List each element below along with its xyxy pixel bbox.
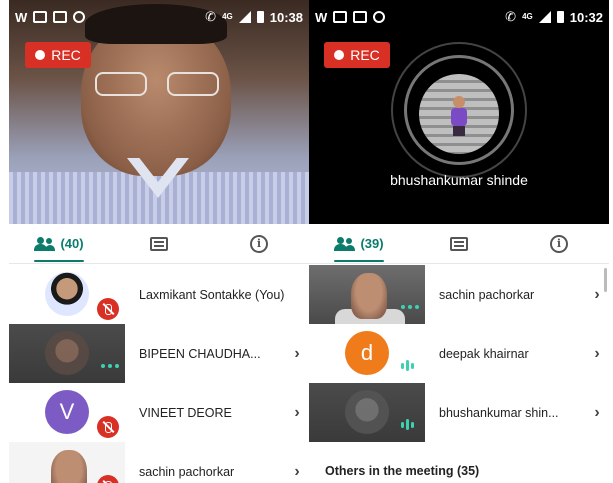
chevron-right-icon: › <box>294 344 300 362</box>
chat-bubble-icon <box>373 11 386 23</box>
status-bar: W ✆ 4G 10:32 <box>309 0 609 34</box>
mic-muted-icon <box>97 475 119 483</box>
participant-row[interactable]: sachin pachorkar › <box>309 265 609 324</box>
mic-muted-icon <box>97 298 119 320</box>
participant-row[interactable]: Laxmikant Sontakke (You) <box>9 265 309 324</box>
call-icon: ✆ <box>205 9 217 24</box>
image-icon <box>353 11 368 23</box>
participant-name: sachin pachorkar <box>139 464 235 479</box>
tab-chat[interactable] <box>409 224 509 264</box>
participant-thumbnail: d <box>309 324 425 383</box>
video-activity-icon <box>401 305 419 309</box>
meeting-tabs: (40) i <box>9 224 309 264</box>
participant-name: bhushankumar shin... <box>439 405 559 420</box>
recording-badge: REC <box>324 42 390 68</box>
network-type: 4G <box>222 12 233 21</box>
speaker-name: bhushankumar shinde <box>390 172 528 188</box>
chevron-right-icon: › <box>294 403 300 421</box>
record-dot-icon <box>35 50 46 60</box>
notification-icon: W <box>315 9 328 25</box>
people-count: (39) <box>360 236 384 251</box>
others-section-header: Others in the meeting (35) <box>325 464 480 478</box>
right-screenshot: W ✆ 4G 10:32 REC bhushankumar shinde (39… <box>309 0 609 483</box>
participant-row[interactable]: d deepak khairnar › <box>309 324 609 383</box>
participant-thumbnail <box>309 383 425 442</box>
call-icon: ✆ <box>505 9 517 24</box>
participant-name: sachin pachorkar <box>439 287 535 302</box>
tab-info[interactable]: i <box>209 224 309 264</box>
participant-name: BIPEEN CHAUDHA... <box>139 346 261 361</box>
clock: 10:32 <box>569 9 603 25</box>
avatar <box>51 450 87 483</box>
tab-people[interactable]: (40) <box>9 224 109 264</box>
notification-icon: W <box>15 9 28 25</box>
participant-list: sachin pachorkar › d deepak khairnar › b… <box>309 265 609 442</box>
avatar <box>45 272 89 316</box>
people-count: (40) <box>60 236 84 251</box>
mic-muted-icon <box>97 416 119 438</box>
battery-icon <box>256 11 264 23</box>
gallery-icon <box>333 11 348 23</box>
participant-thumbnail <box>309 265 425 324</box>
participant-name: VINEET DEORE <box>139 405 232 420</box>
participant-thumbnail <box>9 324 125 383</box>
people-icon <box>34 236 56 251</box>
clock: 10:38 <box>269 9 303 25</box>
tab-info[interactable]: i <box>509 224 609 264</box>
participant-thumbnail <box>9 442 125 483</box>
recording-label: REC <box>51 47 81 63</box>
record-dot-icon <box>334 50 345 60</box>
tab-chat[interactable] <box>109 224 209 264</box>
self-video: W ✆ 4G 10:38 REC <box>9 0 309 224</box>
chat-bubble-icon <box>73 11 86 23</box>
avatar-figure <box>449 96 469 136</box>
speaker-view: W ✆ 4G 10:32 REC bhushankumar shinde <box>309 0 609 224</box>
image-icon <box>53 11 68 23</box>
battery-icon <box>556 11 564 23</box>
people-icon <box>334 236 356 251</box>
avatar <box>45 331 89 375</box>
network-type: 4G <box>522 12 533 21</box>
chevron-right-icon: › <box>294 462 300 480</box>
participant-name: Laxmikant Sontakke (You) <box>139 287 285 302</box>
video-shirt <box>9 172 309 224</box>
speaker-avatar <box>419 74 499 154</box>
recording-badge: REC <box>25 42 91 68</box>
video-activity-icon <box>101 364 119 368</box>
participant-row[interactable]: V VINEET DEORE › <box>9 383 309 442</box>
signal-icon <box>238 11 251 23</box>
participant-thumbnail <box>9 265 125 324</box>
chevron-right-icon: › <box>594 344 600 362</box>
status-bar: W ✆ 4G 10:38 <box>9 0 309 34</box>
avatar: V <box>45 390 89 434</box>
avatar: d <box>345 331 389 375</box>
signal-icon <box>538 11 551 23</box>
video-glasses <box>95 72 219 98</box>
chat-icon <box>450 236 468 251</box>
avatar <box>345 390 389 434</box>
chat-icon <box>150 236 168 251</box>
info-icon: i <box>250 234 268 253</box>
recording-label: REC <box>350 47 380 63</box>
tab-people[interactable]: (39) <box>309 224 409 264</box>
participant-row[interactable]: bhushankumar shin... › <box>309 383 609 442</box>
participant-row[interactable]: sachin pachorkar › <box>9 442 309 483</box>
meeting-tabs: (39) i <box>309 224 609 264</box>
gallery-icon <box>33 11 48 23</box>
participant-thumbnail: V <box>9 383 125 442</box>
speaking-indicator-icon <box>401 360 414 371</box>
left-screenshot: W ✆ 4G 10:38 REC (40) i Laxmikant Sontak… <box>9 0 309 483</box>
chevron-right-icon: › <box>594 285 600 303</box>
participant-row[interactable]: BIPEEN CHAUDHA... › <box>9 324 309 383</box>
chevron-right-icon: › <box>594 403 600 421</box>
participant-name: deepak khairnar <box>439 346 529 361</box>
avatar <box>351 273 387 319</box>
participant-list: Laxmikant Sontakke (You) BIPEEN CHAUDHA.… <box>9 265 309 483</box>
speaking-indicator-icon <box>401 419 414 430</box>
info-icon: i <box>550 234 568 253</box>
